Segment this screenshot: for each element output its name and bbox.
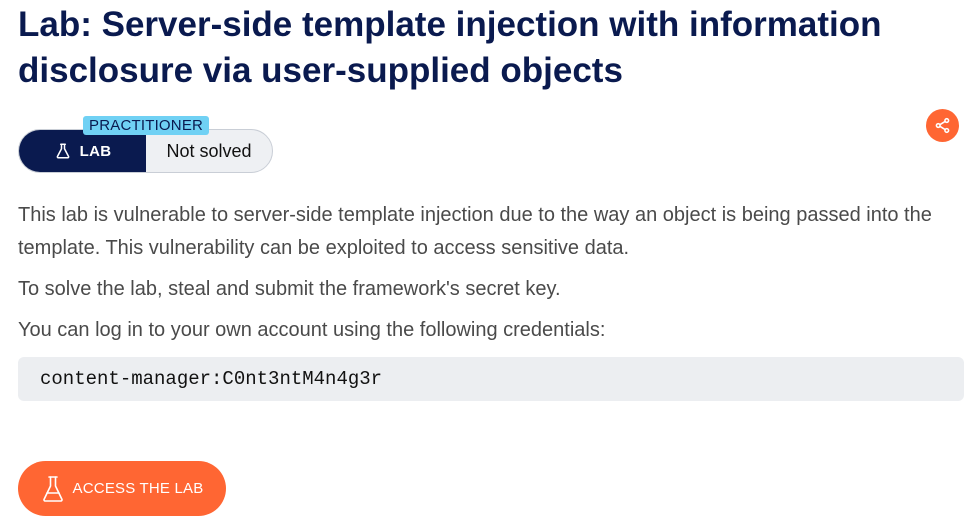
lab-label: LAB	[79, 142, 112, 160]
credentials-intro: You can log in to your own account using…	[18, 319, 606, 341]
access-lab-label: ACCESS THE LAB	[72, 480, 204, 497]
credentials-text: content-manager:C0nt3ntM4n4g3r	[40, 368, 383, 390]
flask-icon	[56, 143, 70, 159]
page-title: Lab: Server-side template injection with…	[18, 5, 882, 90]
lab-page: Lab: Server-side template injection with…	[0, 0, 974, 525]
lab-type-label: LAB	[19, 130, 146, 172]
lab-description: This lab is vulnerable to server-side te…	[18, 204, 932, 259]
share-icon	[935, 117, 950, 134]
lab-status-badge: LAB Not solved	[18, 129, 273, 173]
credentials-code-block: content-manager:C0nt3ntM4n4g3r	[18, 357, 964, 401]
flask-icon	[42, 475, 63, 502]
difficulty-tag: PRACTITIONER	[83, 116, 210, 135]
share-button[interactable]	[926, 109, 959, 142]
access-lab-button[interactable]: ACCESS THE LAB	[18, 461, 226, 516]
lab-goal: To solve the lab, steal and submit the f…	[18, 278, 561, 300]
status-label: Not solved	[166, 140, 252, 161]
